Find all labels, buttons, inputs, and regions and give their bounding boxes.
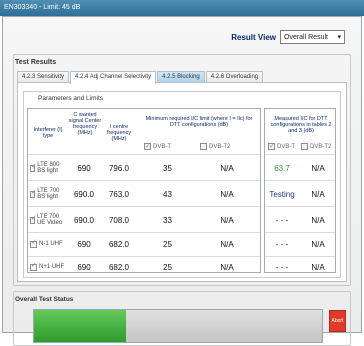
chevron-down-icon: ▾	[337, 34, 341, 41]
tab-adj-channel-selectivity[interactable]: 4.2.4 Adj Channel Selectivity	[70, 71, 157, 84]
table-row: - - - N/A	[265, 210, 335, 230]
centre-frequency: 682.0	[108, 262, 130, 272]
table-row: N+1 UHF 690 682.0 25 N/A	[28, 257, 260, 277]
result-view-select[interactable]: Overall Result ▾	[280, 30, 345, 44]
result-view-value: Overall Result	[284, 33, 328, 41]
dvbt-label: DVB-T	[277, 143, 295, 150]
table-row: - - - N/A	[265, 257, 335, 277]
min-dvbt2-value: N/A	[220, 239, 234, 249]
dvbt-label: DVB-T	[153, 143, 171, 150]
min-dvbt-value: 35	[163, 163, 172, 173]
table-row: LTE 700 BS light 690.0 763.0 43 N/A	[28, 184, 260, 204]
parameters-title: Parameters and Limits	[36, 95, 106, 102]
interferer-cell: N+1 UHF	[30, 257, 66, 277]
header-wanted-frequency: C wanted signal Center frequency (MHz)	[68, 112, 102, 136]
min-dvbt2-value: N/A	[220, 215, 234, 225]
table-row: Testing N/A	[265, 184, 335, 204]
checkbox-icon	[301, 143, 308, 150]
header-min-required: Minimum required I/C limit (where I = Il…	[145, 116, 253, 128]
min-dvbt2-value: N/A	[220, 262, 234, 272]
meas-dvbt-value: - - -	[275, 239, 289, 249]
meas-dvbt2-value: N/A	[311, 262, 325, 272]
checkbox-icon[interactable]	[30, 190, 37, 198]
min-dvbt2-value: N/A	[220, 189, 234, 199]
checkbox-icon	[144, 142, 151, 150]
min-dvbt-value: 43	[163, 189, 172, 199]
wanted-frequency: 690.0	[73, 215, 95, 225]
centre-frequency: 708.0	[108, 215, 130, 225]
meas-dvbt2-toggle[interactable]: DVB-T2	[301, 143, 331, 150]
wanted-frequency: 690	[77, 262, 91, 272]
result-view-label: Result View	[231, 32, 276, 42]
row-divider	[28, 206, 260, 207]
main-panel: Result View Overall Result ▾ Test Result…	[2, 16, 362, 346]
interferer-cell: N-1 UHF	[30, 234, 66, 254]
interferer-cell: LTE 800 BS light	[30, 158, 66, 178]
row-divider	[28, 154, 260, 155]
wanted-frequency: 690.0	[73, 189, 95, 199]
meas-dvbt-toggle[interactable]: DVB-T	[268, 142, 295, 150]
adj-channel-panel: Parameters and Limits Interferer (I) typ…	[17, 82, 347, 282]
checkbox-icon	[200, 143, 207, 150]
row-divider	[265, 232, 335, 233]
abort-button[interactable]: Abort	[329, 310, 346, 332]
header-interferer: Interferer (I) type	[33, 127, 63, 139]
checkbox-icon[interactable]	[30, 263, 37, 271]
table-row: 63.7 N/A	[265, 158, 335, 178]
table-row: - - - N/A	[265, 234, 335, 254]
test-results-title: Test Results	[15, 59, 57, 66]
interferer-label: LTE 800 BS light	[37, 162, 60, 174]
meas-dvbt2-value: N/A	[311, 163, 325, 173]
centre-frequency: 763.0	[108, 189, 130, 199]
table-row: N-1 UHF 690 682.0 25 N/A	[28, 234, 260, 254]
checkbox-icon[interactable]	[30, 216, 37, 224]
meas-dvbt-value: Testing	[269, 189, 295, 199]
checkbox-icon[interactable]	[30, 164, 37, 172]
interferer-label: LTE 700 UE Video	[36, 214, 63, 226]
meas-dvbt2-value: N/A	[311, 239, 325, 249]
row-divider	[265, 206, 335, 207]
progress-fill	[34, 310, 127, 342]
min-dvbt-toggle[interactable]: DVB-T	[144, 142, 171, 150]
wanted-frequency: 690	[77, 239, 91, 249]
overall-status-title: Overall Test Status	[15, 296, 74, 303]
centre-frequency: 796.0	[108, 163, 130, 173]
row-divider	[265, 180, 335, 181]
window-title: EN303340 - Limit: 45 dB	[0, 0, 364, 16]
checkbox-icon	[268, 142, 275, 150]
meas-dvbt2-value: N/A	[311, 215, 325, 225]
wanted-frequency: 690	[77, 163, 91, 173]
app-window: EN303340 - Limit: 45 dB Result View Over…	[0, 0, 364, 346]
overall-progress-bar	[33, 309, 323, 343]
dvbt2-label: DVB-T2	[209, 143, 231, 150]
checkbox-icon[interactable]	[30, 240, 37, 248]
interferer-label: N+1 UHF	[39, 264, 65, 270]
measured-table: Measured I/C for DTT configurations in t…	[264, 108, 336, 273]
interferer-label: N-1 UHF	[39, 241, 63, 247]
header-centre-frequency: I centre frequency (MHz)	[106, 124, 132, 142]
min-dvbt-value: 25	[163, 239, 172, 249]
meas-dvbt2-value: N/A	[311, 189, 325, 199]
table-row: LTE 800 BS light 690 796.0 35 N/A	[28, 158, 260, 178]
dvbt2-label: DVB-T2	[310, 143, 332, 150]
meas-dvbt-value: 63.7	[274, 163, 290, 173]
parameters-table: Interferer (I) type C wanted signal Cent…	[27, 108, 261, 273]
row-divider	[28, 232, 260, 233]
centre-frequency: 682.0	[108, 239, 130, 249]
min-dvbt2-value: N/A	[220, 163, 234, 173]
row-divider	[28, 180, 260, 181]
parameters-group: Parameters and Limits Interferer (I) typ…	[23, 91, 341, 278]
min-dvbt2-toggle[interactable]: DVB-T2	[200, 143, 230, 150]
meas-dvbt-value: - - -	[275, 262, 289, 272]
interferer-cell: LTE 700 BS light	[30, 184, 66, 204]
meas-dvbt-value: - - -	[275, 215, 289, 225]
interferer-cell: LTE 700 UE Video	[30, 210, 66, 230]
interferer-label: LTE 700 BS light	[37, 188, 60, 200]
table-row: LTE 700 UE Video 690.0 708.0 33 N/A	[28, 210, 260, 230]
row-divider	[265, 154, 335, 155]
min-dvbt-value: 25	[163, 262, 172, 272]
min-dvbt-value: 33	[163, 215, 172, 225]
header-measured: Measured I/C for DTT configurations in t…	[270, 116, 332, 134]
result-view: Result View Overall Result ▾	[231, 30, 345, 44]
